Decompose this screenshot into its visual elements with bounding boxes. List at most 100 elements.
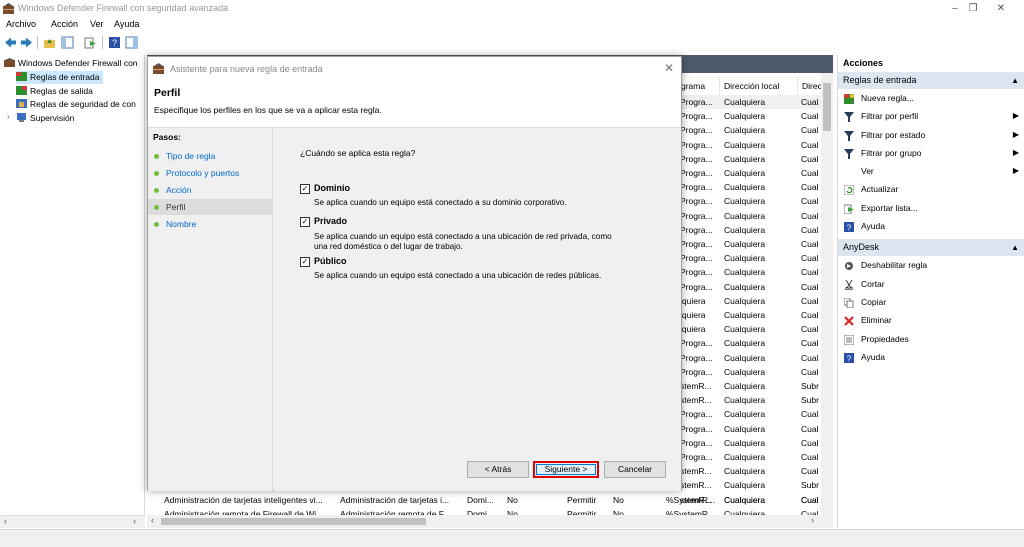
- tree-item-reglas-seguridad[interactable]: Reglas de seguridad de con: [16, 98, 136, 111]
- step-nombre[interactable]: Nombre: [148, 216, 273, 232]
- checkbox-privado[interactable]: ✓: [300, 217, 310, 227]
- table-cell: %SystemR...: [666, 495, 716, 505]
- table-cell: Progra...: [680, 196, 713, 207]
- cancel-button[interactable]: Cancelar: [604, 461, 666, 478]
- table-cell: Cualquiera: [724, 495, 766, 505]
- actions-section-anydesk[interactable]: AnyDesk ▲: [838, 239, 1024, 257]
- action-filtrar-grupo[interactable]: Filtrar por grupo ▶: [838, 144, 1024, 162]
- scroll-left-icon[interactable]: ‹: [4, 516, 7, 526]
- collapse-up-icon[interactable]: ▲: [1011, 239, 1019, 256]
- action-copiar[interactable]: Copiar: [838, 293, 1024, 311]
- step-tipo-regla[interactable]: Tipo de regla: [148, 148, 273, 164]
- tree-root-label: Windows Defender Firewall con: [18, 58, 138, 68]
- table-cell: Cualquiera: [724, 153, 766, 164]
- export-icon[interactable]: [84, 36, 97, 49]
- action-eliminar[interactable]: Eliminar: [838, 311, 1024, 329]
- action-filtrar-perfil[interactable]: Filtrar por perfil ▶: [838, 107, 1024, 125]
- table-cell: Cualquiera: [724, 366, 766, 377]
- expand-chevron-icon[interactable]: ›: [7, 112, 10, 121]
- menu-archivo[interactable]: Archivo: [6, 19, 36, 29]
- table-cell: Administración de tarjetas i...: [340, 495, 450, 505]
- table-cell: Progra...: [680, 409, 713, 420]
- column-header-direccion-local[interactable]: Dirección local: [720, 77, 798, 95]
- section-label: AnyDesk: [843, 242, 880, 253]
- table-cell: Cual: [801, 182, 819, 193]
- table-cell: Cual: [801, 239, 819, 249]
- action-ver[interactable]: Ver ▶: [838, 162, 1024, 180]
- dialog-description: Especifique los perfiles en los que se v…: [154, 105, 382, 115]
- disable-rule-icon: [845, 262, 853, 271]
- table-cell: lquiera: [680, 295, 706, 306]
- scroll-left-icon[interactable]: ‹: [151, 515, 154, 525]
- action-propiedades[interactable]: Propiedades: [838, 330, 1024, 348]
- table-cell: Cualquiera: [724, 239, 766, 249]
- menu-ayuda[interactable]: Ayuda: [114, 19, 139, 29]
- table-cell: Cualquiera: [724, 452, 766, 462]
- step-accion[interactable]: Acción: [148, 182, 273, 198]
- action-ayuda[interactable]: ? Ayuda: [838, 217, 1024, 235]
- checkbox-publico[interactable]: ✓: [300, 257, 310, 267]
- show-hide-tree-icon[interactable]: [61, 36, 74, 49]
- table-cell: Cual: [801, 437, 819, 448]
- scroll-right-icon[interactable]: ›: [133, 516, 136, 526]
- title-bar: Windows Defender Firewall con seguridad …: [0, 0, 1024, 18]
- menu-accion[interactable]: Acción: [51, 19, 78, 29]
- dialog-close-icon[interactable]: ✕: [664, 61, 674, 75]
- table-cell: Progra...: [680, 125, 713, 136]
- tree-item-reglas-entrada[interactable]: Reglas de entrada: [16, 71, 104, 84]
- action-nueva-regla[interactable]: Nueva regla...: [838, 89, 1024, 107]
- next-button[interactable]: Siguiente >: [533, 461, 599, 478]
- scroll-right-icon[interactable]: ›: [811, 515, 814, 525]
- back-button[interactable]: < Atrás: [467, 461, 529, 478]
- table-cell: Cualquiera: [724, 338, 766, 349]
- action-ayuda-anydesk[interactable]: ? Ayuda: [838, 348, 1024, 366]
- action-actualizar[interactable]: Actualizar: [838, 180, 1024, 198]
- table-cell: Cual: [801, 423, 819, 434]
- tree-item-supervision[interactable]: Supervisión: [16, 112, 74, 125]
- up-folder-icon[interactable]: [43, 36, 56, 49]
- filter-icon: [844, 112, 854, 123]
- forward-arrow-icon[interactable]: [20, 36, 33, 49]
- step-perfil[interactable]: Perfil: [148, 199, 273, 215]
- action-pane-icon[interactable]: [125, 36, 138, 49]
- step-protocolo-puertos[interactable]: Protocolo y puertos: [148, 165, 273, 181]
- table-cell: Cualquiera: [724, 253, 766, 264]
- step-bullet-icon: [154, 205, 159, 210]
- action-exportar-lista[interactable]: Exportar lista...: [838, 199, 1024, 217]
- close-button[interactable]: ✕: [978, 0, 1024, 18]
- actions-header: Acciones: [843, 58, 884, 68]
- table-cell: Cual: [801, 153, 819, 164]
- action-cortar[interactable]: Cortar: [838, 275, 1024, 293]
- vertical-scrollbar[interactable]: [821, 73, 833, 515]
- table-cell: Progra...: [680, 267, 713, 278]
- table-cell: Cual: [801, 267, 819, 278]
- checkbox-dominio[interactable]: ✓: [300, 184, 310, 194]
- table-cell: Cualquiera: [724, 395, 766, 406]
- new-rule-icon: [844, 94, 854, 104]
- list-horizontal-scrollbar[interactable]: ‹ ›: [147, 515, 833, 528]
- tree-root[interactable]: Windows Defender Firewall con: [4, 57, 138, 70]
- scrollbar-thumb[interactable]: [823, 83, 831, 131]
- table-cell: stemR...: [680, 466, 712, 477]
- back-arrow-icon[interactable]: [4, 36, 17, 49]
- actions-section-reglas-entrada[interactable]: Reglas de entrada ▲: [838, 72, 1024, 89]
- scrollbar-thumb[interactable]: [161, 518, 426, 525]
- step-label: Protocolo y puertos: [166, 168, 240, 178]
- table-cell: Cual: [801, 224, 819, 235]
- step-label: Acción: [166, 185, 192, 195]
- action-deshabilitar-regla[interactable]: Deshabilitar regla: [838, 256, 1024, 274]
- table-cell: Progra...: [680, 210, 713, 221]
- column-header-programa[interactable]: grama: [677, 77, 720, 95]
- step-bullet-icon: [154, 188, 159, 193]
- action-filtrar-estado[interactable]: Filtrar por estado ▶: [838, 126, 1024, 144]
- security-rules-icon: [16, 99, 27, 108]
- tree-item-reglas-salida[interactable]: Reglas de salida: [16, 85, 93, 98]
- table-cell: Cual: [801, 409, 819, 420]
- help-icon[interactable]: ?: [108, 36, 121, 49]
- column-header-direccion-remota[interactable]: Direc: [798, 77, 823, 95]
- menu-ver[interactable]: Ver: [90, 19, 104, 29]
- checkbox-privado-desc: Se aplica cuando un equipo está conectad…: [314, 232, 612, 251]
- collapse-up-icon[interactable]: ▲: [1011, 72, 1019, 89]
- tree-horizontal-scrollbar[interactable]: ‹ ›: [0, 515, 145, 528]
- properties-icon: [844, 334, 854, 345]
